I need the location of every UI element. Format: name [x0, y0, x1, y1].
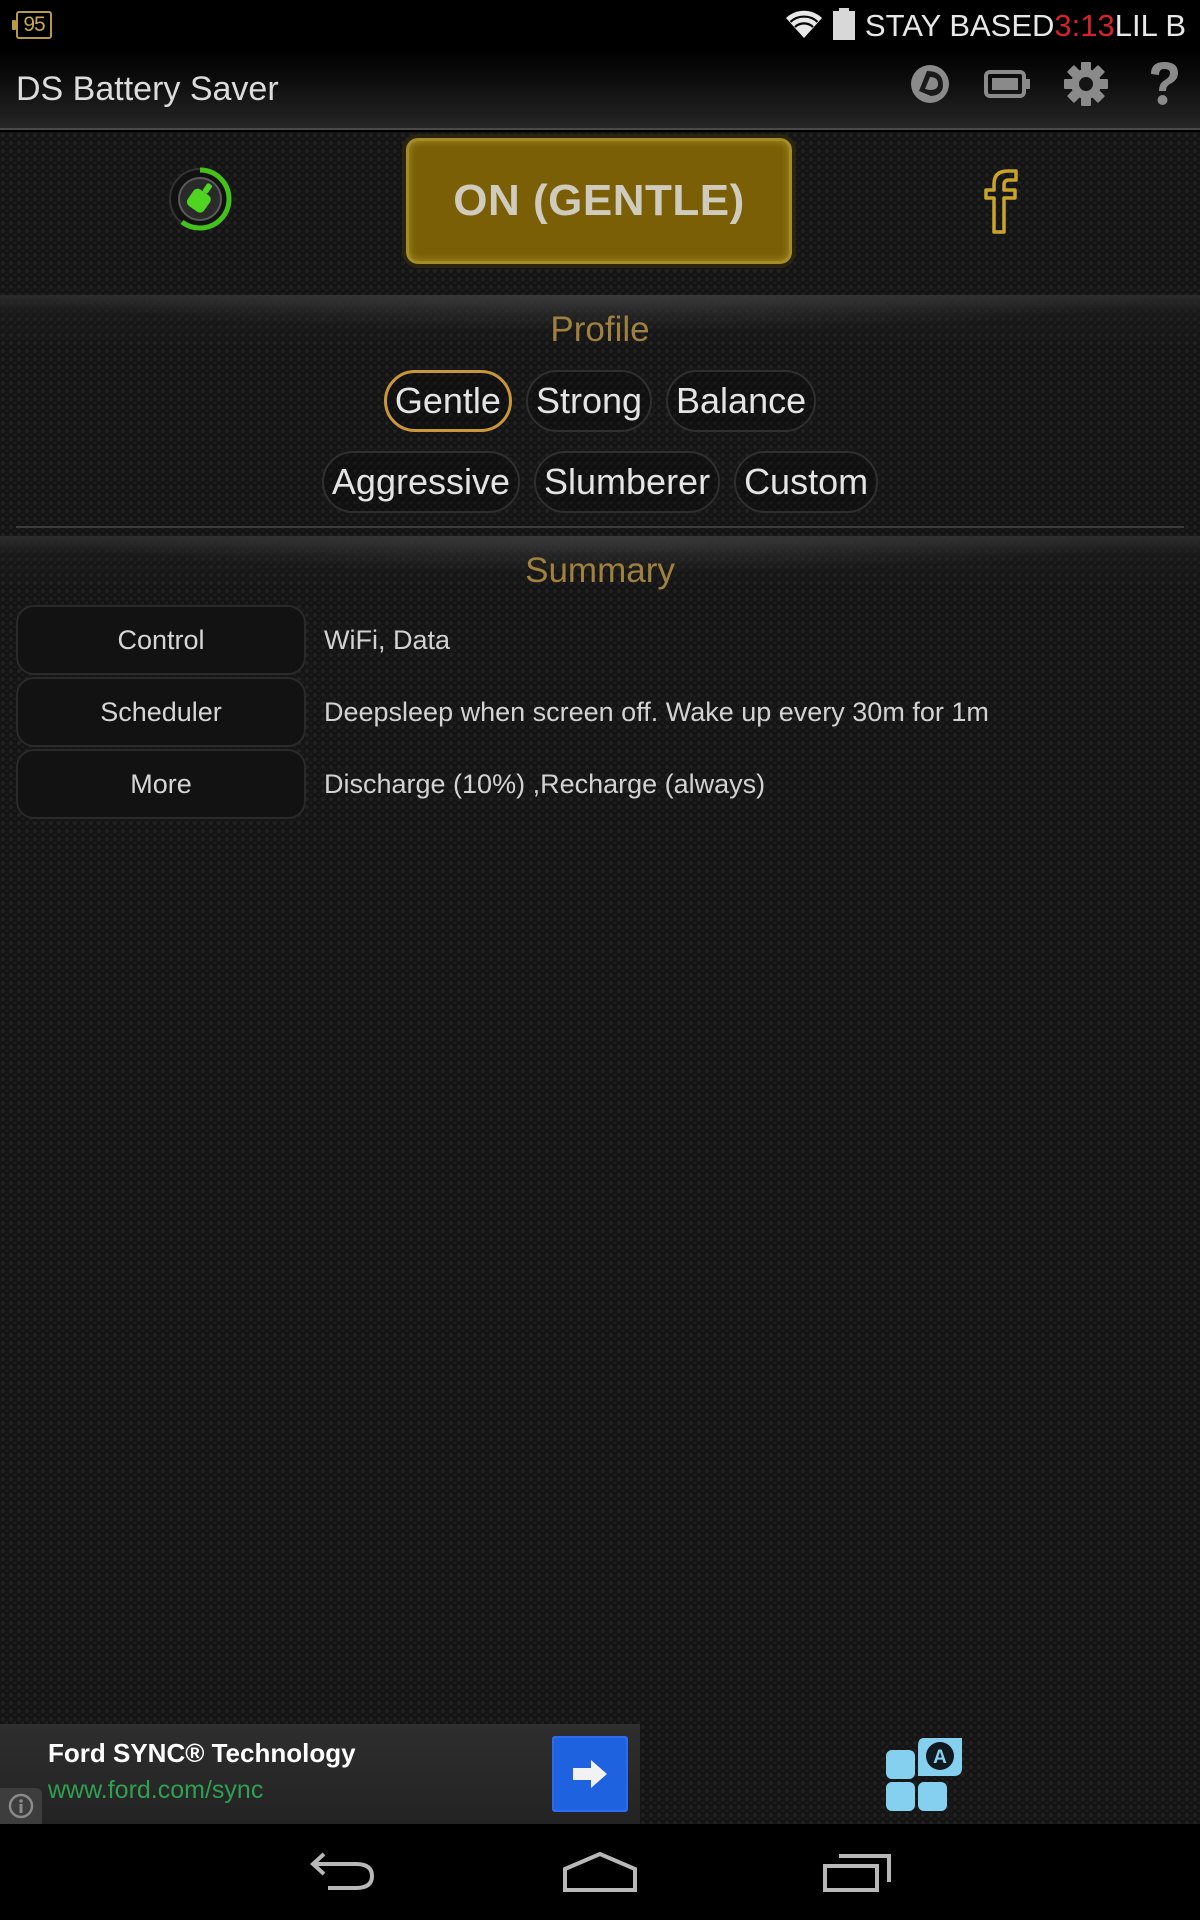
main-content: ON (GENTLE) Profile Gentle Strong Balanc…	[0, 132, 1200, 1824]
status-bar: 95 STAY BASED3:13LIL B	[0, 0, 1200, 50]
ad-url[interactable]: www.ford.com/sync	[48, 1776, 263, 1805]
action-bar: DS Battery Saver	[0, 50, 1200, 130]
settings-icon[interactable]	[1060, 58, 1112, 110]
power-toggle-button[interactable]: ON (GENTLE)	[406, 138, 792, 264]
carrier-right: LIL B	[1114, 8, 1186, 43]
recents-icon[interactable]	[808, 1840, 908, 1904]
home-icon[interactable]	[550, 1840, 650, 1904]
profile-chip-gentle[interactable]: Gentle	[383, 370, 512, 432]
profile-chip-strong[interactable]: Strong	[525, 370, 653, 432]
summary-row-control: Control WiFi, Data	[16, 605, 1186, 675]
ad-title[interactable]: Ford SYNC® Technology	[48, 1738, 356, 1769]
profile-chip-slumberer[interactable]: Slumberer	[534, 451, 721, 513]
profile-chip-custom[interactable]: Custom	[734, 451, 879, 513]
app-title: DS Battery Saver	[16, 70, 279, 108]
status-clock: STAY BASED3:13LIL B	[865, 8, 1186, 44]
more-button[interactable]: More	[16, 749, 306, 819]
app-tiles-icon[interactable]: A	[884, 1736, 964, 1812]
action-bar-icons	[904, 58, 1190, 110]
scheduler-button[interactable]: Scheduler	[16, 677, 306, 747]
cleaner-icon[interactable]	[168, 167, 232, 231]
svg-text:A: A	[933, 1747, 947, 1768]
battery-level-badge: 95	[12, 11, 52, 39]
control-button[interactable]: Control	[16, 605, 306, 675]
profile-chip-aggressive[interactable]: Aggressive	[321, 451, 520, 513]
summary-section-header: Summary	[0, 536, 1200, 606]
wifi-icon	[785, 9, 823, 43]
widget-icon[interactable]	[904, 58, 956, 110]
control-value: WiFi, Data	[324, 624, 451, 655]
facebook-icon[interactable]	[976, 168, 1024, 234]
power-button-label: ON (GENTLE)	[453, 176, 745, 225]
profile-row-1: Gentle Strong Balance	[0, 370, 1200, 432]
profile-chip-balance[interactable]: Balance	[666, 370, 817, 432]
battery-status-icon[interactable]	[982, 58, 1034, 110]
carrier-left: STAY BASED	[864, 8, 1055, 43]
more-value: Discharge (10%) ,Recharge (always)	[324, 768, 766, 799]
arrow-right-icon	[573, 1760, 607, 1788]
back-icon[interactable]	[293, 1840, 393, 1904]
battery-icon	[832, 8, 855, 44]
profile-row-2: Aggressive Slumberer Custom	[0, 451, 1200, 513]
summary-row-scheduler: Scheduler Deepsleep when screen off. Wak…	[16, 677, 1186, 747]
scheduler-value: Deepsleep when screen off. Wake up every…	[324, 696, 989, 727]
ad-go-button[interactable]	[552, 1736, 628, 1812]
profile-section-header: Profile	[0, 295, 1200, 365]
summary-row-more: More Discharge (10%) ,Recharge (always)	[16, 749, 1186, 819]
time: 3:13	[1054, 8, 1115, 43]
section-divider	[16, 526, 1184, 528]
info-icon[interactable]	[0, 1788, 42, 1824]
profile-title: Profile	[550, 310, 650, 349]
status-bar-right: STAY BASED3:13LIL B	[785, 6, 1186, 46]
summary-title: Summary	[525, 551, 675, 590]
help-icon[interactable]	[1138, 58, 1190, 110]
ad-banner[interactable]: Ford SYNC® Technology www.ford.com/sync	[0, 1724, 640, 1824]
navigation-bar	[0, 1824, 1200, 1920]
